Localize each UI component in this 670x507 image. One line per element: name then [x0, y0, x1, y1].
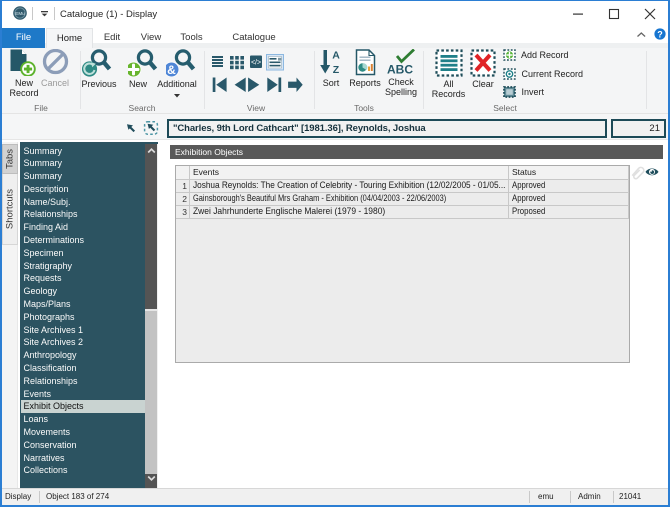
svg-text:EMu: EMu	[15, 11, 25, 16]
svg-text:Z: Z	[333, 64, 340, 76]
svg-text:</>: </>	[251, 60, 261, 67]
svg-text:?: ?	[657, 30, 663, 40]
svg-text:&: &	[167, 63, 176, 77]
svg-text:ABC: ABC	[387, 63, 413, 76]
svg-text:A: A	[332, 50, 340, 62]
